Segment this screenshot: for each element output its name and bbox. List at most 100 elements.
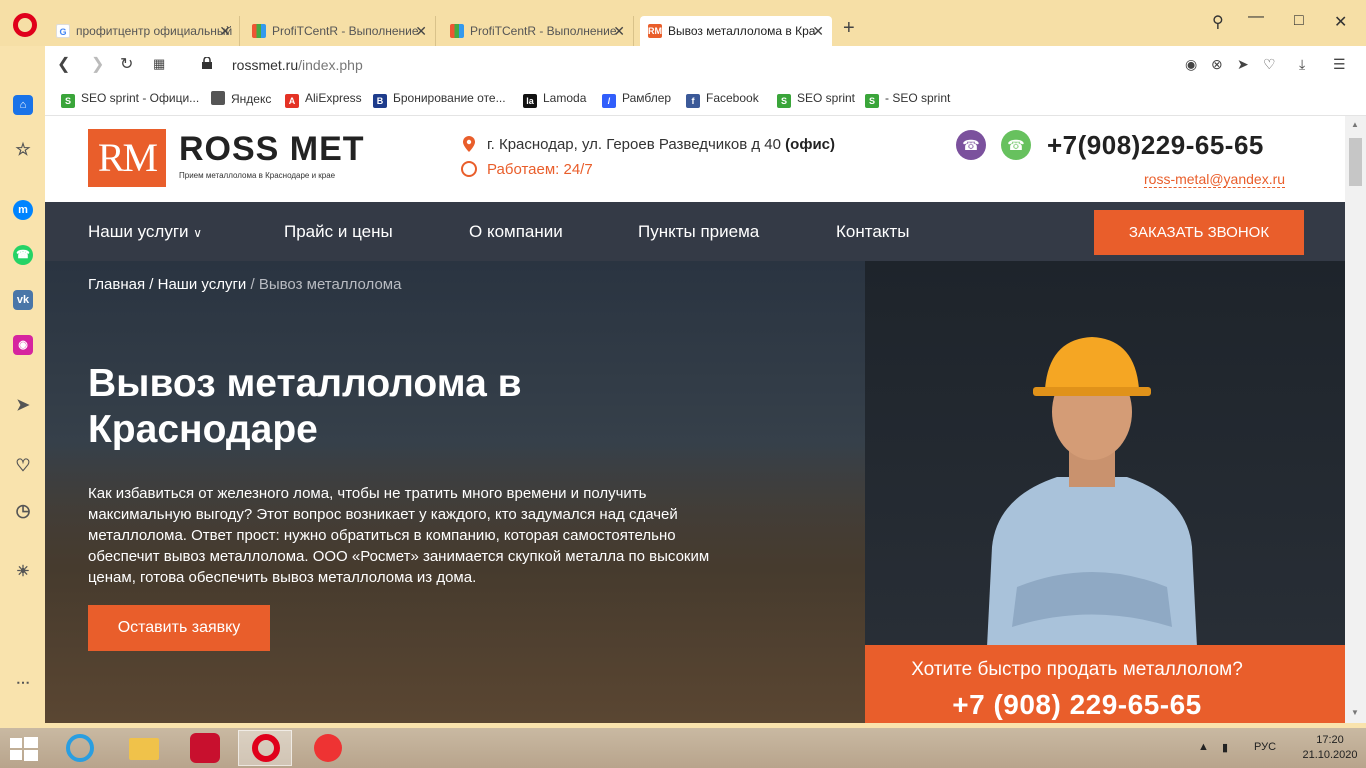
clock-time: 17:20	[1316, 734, 1344, 746]
chevron-down-icon: ∨	[193, 226, 203, 240]
internet-explorer-icon[interactable]	[54, 730, 108, 766]
promo-phone[interactable]: +7 (908) 229-65-65	[865, 689, 1289, 721]
scroll-up-icon[interactable]: ▲	[1351, 120, 1359, 129]
heart-icon[interactable]: ♡	[1263, 56, 1276, 73]
seo-sprint-icon: S	[777, 94, 791, 108]
callback-button[interactable]: ЗАКАЗАТЬ ЗВОНОК	[1094, 210, 1304, 255]
header-phone[interactable]: +7(908)229-65-65	[1047, 130, 1264, 161]
vk-icon[interactable]: vk	[13, 290, 33, 310]
maximize-icon[interactable]: □	[1294, 12, 1304, 30]
forward-icon[interactable]: ❯	[91, 54, 104, 74]
bookmark-label: Рамблер	[622, 91, 672, 105]
messenger-icon[interactable]: m	[13, 200, 33, 220]
tab-active[interactable]: RM Вывоз металлолома в Кра ✕	[640, 16, 832, 46]
bookmark-seo-sprint-3[interactable]: S - SEO sprint	[865, 91, 950, 108]
tray-arrow-icon[interactable]: ▲	[1198, 741, 1209, 753]
page-scrollbar[interactable]: ▲ ▼	[1345, 116, 1366, 723]
viber-icon[interactable]: ☎	[956, 130, 986, 160]
menu-label: Наши услуги	[88, 222, 189, 241]
speed-dial-icon[interactable]: ▦	[153, 56, 165, 72]
google-icon: G	[56, 24, 70, 38]
tab-title: ProfiTCentR - Выполнение	[470, 24, 617, 38]
bookmark-label: Яндекс	[231, 92, 272, 106]
instagram-icon[interactable]: ◉	[13, 335, 33, 355]
rossmet-favicon-icon: RM	[648, 24, 662, 38]
scrollbar-thumb[interactable]	[1349, 138, 1362, 186]
bookmark-label: SEO sprint - Офици...	[81, 91, 200, 105]
history-icon[interactable]: ◷	[13, 501, 33, 521]
whatsapp-icon[interactable]: ☎	[1001, 130, 1031, 160]
adblock-icon[interactable]: ⊗	[1211, 56, 1223, 73]
download-icon[interactable]: ⤓	[1299, 56, 1305, 73]
heart-icon[interactable]: ♡	[13, 456, 33, 476]
flow-icon[interactable]: ➤	[13, 396, 33, 416]
lamoda-icon: la	[523, 94, 537, 108]
menu-points[interactable]: Пункты приема	[638, 222, 759, 242]
snapshot-icon[interactable]: ◉	[1185, 56, 1197, 73]
menu-contacts[interactable]: Контакты	[836, 222, 909, 242]
tab-3[interactable]: ProfiTCentR - Выполнение ✕	[442, 16, 634, 46]
bookmark-label: - SEO sprint	[885, 91, 951, 105]
breadcrumb-services[interactable]: Наши услуги	[158, 276, 247, 293]
bookmark-booking[interactable]: B Бронирование оте...	[373, 91, 506, 108]
breadcrumb: Главная / Наши услуги / Вывоз металлолом…	[88, 276, 401, 293]
network-icon[interactable]: ▮	[1222, 741, 1228, 754]
menu-prices[interactable]: Прайс и цены	[284, 222, 393, 242]
clock-icon	[461, 161, 477, 177]
address-bar[interactable]: rossmet.ru/index.php	[232, 57, 363, 73]
easy-setup-icon[interactable]: ☰	[1333, 56, 1346, 73]
seo-sprint-icon: S	[865, 94, 879, 108]
more-icon[interactable]: ⋯	[13, 672, 33, 692]
windows-start-icon[interactable]	[10, 737, 38, 761]
home-icon[interactable]: ⌂	[13, 95, 33, 115]
leave-request-button[interactable]: Оставить заявку	[88, 605, 270, 651]
close-tab-icon[interactable]: ✕	[812, 16, 824, 46]
bookmark-label: Lamoda	[543, 91, 587, 105]
promo-block: Хотите быстро продать металлолом? +7 (90…	[865, 645, 1345, 723]
new-tab-icon[interactable]: +	[843, 17, 855, 40]
bookmark-seo-sprint-2[interactable]: S SEO sprint	[777, 91, 855, 108]
close-tab-icon[interactable]: ✕	[219, 16, 231, 46]
menu-services[interactable]: Наши услуги ∨	[88, 222, 202, 242]
bookmark-label: Facebook	[706, 91, 759, 105]
tab-2[interactable]: ProfiTCentR - Выполнение ✕	[244, 16, 436, 46]
bookmark-rambler[interactable]: / Рамблер	[602, 91, 671, 108]
menu-about[interactable]: О компании	[469, 222, 563, 242]
opera-taskbar-icon[interactable]	[238, 730, 292, 766]
page-icon	[211, 91, 225, 105]
breadcrumb-home[interactable]: Главная	[88, 276, 145, 293]
whatsapp-icon[interactable]: ☎	[13, 245, 33, 265]
back-icon[interactable]: ❮	[57, 54, 70, 74]
send-icon[interactable]: ➤	[1237, 56, 1249, 73]
tips-bulb-icon[interactable]: ☀	[13, 562, 33, 582]
bookmark-yandex[interactable]: Яндекс	[211, 91, 271, 106]
header-email[interactable]: ross-metal@yandex.ru	[1144, 171, 1286, 188]
opera-red-icon[interactable]	[178, 730, 232, 766]
facebook-icon: f	[686, 94, 700, 108]
logo-name[interactable]: ROSS MET	[179, 130, 365, 169]
bookmark-facebook[interactable]: f Facebook	[686, 91, 759, 108]
lock-icon[interactable]	[202, 57, 212, 69]
reload-icon[interactable]: ↻	[120, 54, 133, 74]
opera-menu-icon[interactable]	[13, 13, 37, 37]
search-tabs-icon[interactable]: ⚲	[1212, 12, 1224, 32]
bookmark-aliexpress[interactable]: A AliExpress	[285, 91, 362, 108]
bookmarks-star-icon[interactable]: ☆	[13, 140, 33, 160]
minimize-icon[interactable]: —	[1248, 8, 1264, 26]
close-tab-icon[interactable]: ✕	[613, 16, 625, 46]
bookmark-lamoda[interactable]: la Lamoda	[523, 91, 586, 108]
scroll-down-icon[interactable]: ▼	[1351, 708, 1359, 717]
close-window-icon[interactable]: ✕	[1334, 12, 1347, 32]
language-indicator[interactable]: РУС	[1254, 741, 1276, 753]
bookmark-seo-sprint[interactable]: S SEO sprint - Офици...	[61, 91, 199, 108]
main-menu: Наши услуги ∨ Прайс и цены О компании Пу…	[45, 202, 1345, 261]
hero-description: Как избавиться от железного лома, чтобы …	[88, 485, 710, 586]
system-clock[interactable]: 17:20 21.10.2020	[1300, 733, 1360, 763]
logo-mark[interactable]: RM	[88, 129, 166, 187]
file-explorer-icon[interactable]	[116, 730, 170, 766]
tab-1[interactable]: G профитцентр официальный ✕	[48, 16, 240, 46]
yandex-browser-icon[interactable]	[302, 730, 356, 766]
close-tab-icon[interactable]: ✕	[415, 16, 427, 46]
aliexpress-icon: A	[285, 94, 299, 108]
logo-subtitle: Прием металлолома в Краснодаре и крае	[179, 171, 336, 180]
